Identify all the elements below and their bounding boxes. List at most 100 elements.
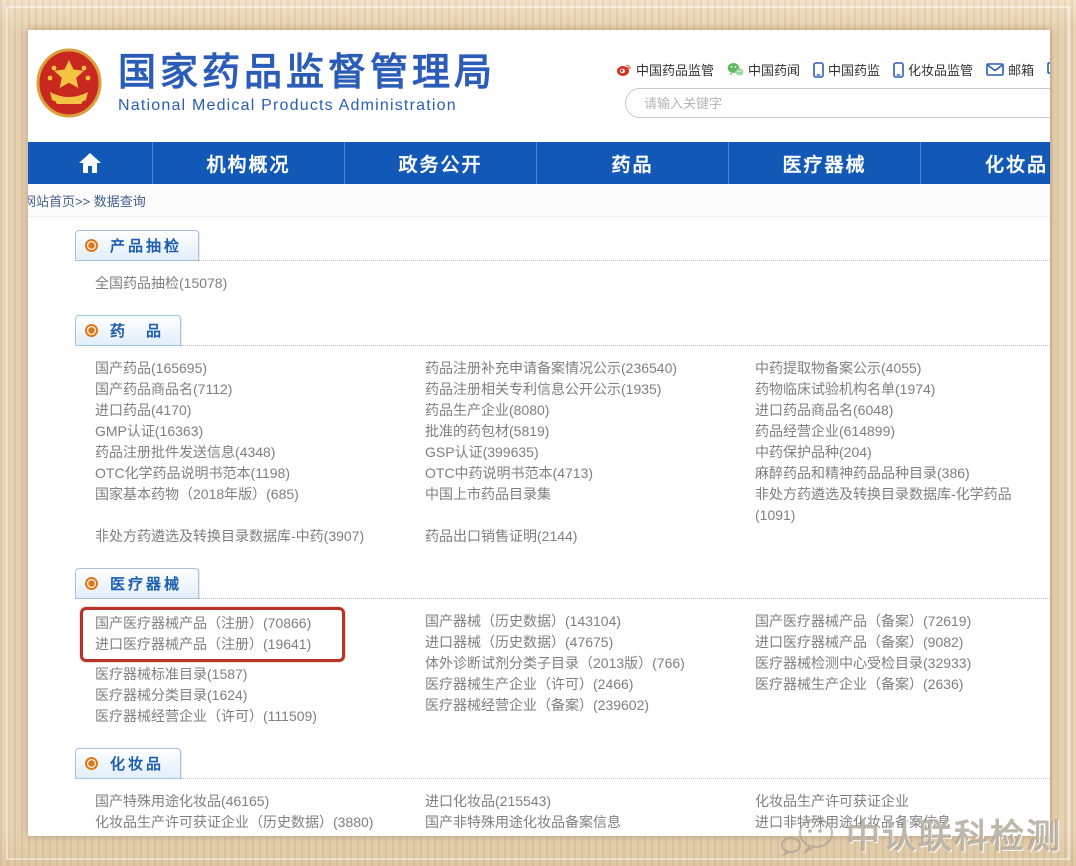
data-link[interactable]: 药物临床试验机构名单(1974)	[755, 381, 935, 397]
section-bullet-icon	[85, 577, 98, 590]
table-row: 药品注册相关专利信息公开公示(1935)	[425, 379, 755, 400]
data-link[interactable]: 化妆品生产许可获证企业	[755, 793, 909, 809]
data-link[interactable]: GMP认证(16363)	[95, 423, 203, 439]
data-link[interactable]: 药品注册批件发送信息(4348)	[95, 444, 275, 460]
data-link[interactable]: 药品出口销售证明(2144)	[425, 528, 577, 544]
photo-frame: 国家药品监督管理局 National Medical Products Admi…	[0, 0, 1076, 866]
data-link[interactable]: 进口药品(4170)	[95, 402, 191, 418]
data-link[interactable]: 中国上市药品目录集	[425, 486, 551, 502]
highlight-box: 国产医疗器械产品（注册）(70866) 进口医疗器械产品（注册）(19641)	[80, 607, 345, 662]
section-tab: 产品抽检	[75, 230, 199, 261]
search-input[interactable]	[625, 88, 1050, 118]
data-link[interactable]: 非处方药遴选及转换目录数据库-中药(3907)	[95, 528, 364, 544]
data-link[interactable]: 进口药品商品名(6048)	[755, 402, 893, 418]
data-link[interactable]: 非处方药遴选及转换目录数据库-化学药品 (1091)	[755, 486, 1012, 523]
data-link[interactable]: 进口医疗器械产品（备案）(9082)	[755, 634, 963, 650]
section-tab: 化妆品	[75, 748, 181, 779]
data-link[interactable]: 医疗器械生产企业（许可）(2466)	[425, 676, 633, 692]
quick-link-中国药监[interactable]: 中国药监	[813, 60, 880, 79]
data-link[interactable]: 药品经营企业(614899)	[755, 423, 895, 439]
main-nav: 机构概况政务公开药品医疗器械化妆品	[28, 142, 1050, 184]
section-column-2: 中药提取物备案公示(4055) 药物临床试验机构名单(1974) 进口药品商品名(6…	[755, 358, 1050, 547]
table-row: OTC化学药品说明书范本(1198)	[95, 463, 425, 484]
table-row: 化妆品生产许可获证企业	[755, 791, 1050, 812]
table-row: 全国药品抽检(15078)	[95, 273, 425, 294]
site-title: 国家药品监督管理局	[118, 51, 496, 95]
section-title: 化妆品	[110, 753, 164, 774]
quick-links: 中国药品监管中国药闻中国药监化妆品监管邮箱政	[616, 60, 1050, 79]
data-link[interactable]: GSP认证(399635)	[425, 444, 539, 460]
mobile-icon	[893, 62, 904, 78]
data-link[interactable]: 化妆品注册和备案检验检测机构(204)	[95, 835, 324, 836]
table-row: 体外诊断试剂分类子目录（2013版）(766)	[425, 653, 755, 674]
section-bullet-icon	[85, 239, 98, 252]
nav-home[interactable]	[28, 142, 153, 184]
data-link[interactable]: 药品注册补充申请备案情况公示(236540)	[425, 360, 677, 376]
quick-link-政[interactable]: 政	[1047, 60, 1050, 79]
data-link[interactable]: 医疗器械检测中心受检目录(32933)	[755, 655, 971, 671]
data-link[interactable]: 国产医疗器械产品（备案）(72619)	[755, 613, 971, 629]
quick-link-中国药品监管[interactable]: 中国药品监管	[616, 60, 714, 79]
data-link[interactable]: 医疗器械分类目录(1624)	[95, 687, 247, 703]
quick-link-中国药闻[interactable]: 中国药闻	[727, 60, 800, 79]
site-subtitle: National Medical Products Administration	[118, 97, 496, 115]
quick-link-邮箱[interactable]: 邮箱	[986, 60, 1034, 79]
section-column-2: 化妆品生产许可获证企业进口非特殊用途化妆品备案信息	[755, 791, 1050, 836]
data-link[interactable]: 进口非特殊用途化妆品备案信息	[755, 814, 951, 830]
data-link[interactable]: 药品注册相关专利信息公开公示(1935)	[425, 381, 661, 397]
breadcrumb: 网站首页>> 数据查询	[28, 184, 1050, 217]
home-icon	[78, 152, 102, 174]
section-column-1	[425, 273, 755, 294]
data-link[interactable]: 国产药品(165695)	[95, 360, 207, 376]
section-tab-row: 药 品	[75, 314, 1050, 346]
section-body: 国产医疗器械产品（注册）(70866) 进口医疗器械产品（注册）(19641) 医疗…	[75, 599, 1050, 733]
data-link[interactable]: 国产非特殊用途化妆品备案信息	[425, 814, 621, 830]
table-row: 进口医疗器械产品（备案）(9082)	[755, 632, 1050, 653]
data-link[interactable]: 中药提取物备案公示(4055)	[755, 360, 921, 376]
data-link[interactable]: 国产器械（历史数据）(143104)	[425, 613, 621, 629]
data-link[interactable]: 批准的药包材(5819)	[425, 423, 549, 439]
section-3: 化妆品国产特殊用途化妆品(46165) 化妆品生产许可获证企业（历史数据）(388…	[75, 747, 1050, 836]
data-link[interactable]: 化妆品生产许可获证企业（历史数据）(3880)	[95, 814, 373, 830]
data-link[interactable]: 药品生产企业(8080)	[425, 402, 549, 418]
table-row: 非处方药遴选及转换目录数据库-中药(3907)	[95, 526, 425, 547]
data-link[interactable]: 体外诊断试剂分类子目录（2013版）(766)	[425, 655, 685, 671]
data-link[interactable]: 医疗器械经营企业（备案）(239602)	[425, 697, 649, 713]
table-row: 药品经营企业(614899)	[755, 421, 1050, 442]
data-link[interactable]: 国家基本药物（2018年版）(685)	[95, 486, 299, 502]
data-link[interactable]: 国产医疗器械产品（注册）(70866)	[95, 615, 311, 631]
nav-item-化妆品[interactable]: 化妆品	[921, 142, 1050, 184]
data-link[interactable]: 进口器械（历史数据）(47675)	[425, 634, 613, 650]
table-row: 国产医疗器械产品（备案）(72619)	[755, 611, 1050, 632]
section-tab: 医疗器械	[75, 568, 199, 599]
table-row: 医疗器械经营企业（备案）(239602)	[425, 695, 755, 716]
data-link[interactable]: 进口医疗器械产品（注册）(19641)	[95, 636, 311, 652]
data-link[interactable]: 医疗器械生产企业（备案）(2636)	[755, 676, 963, 692]
nav-item-政务公开[interactable]: 政务公开	[345, 142, 537, 184]
data-link[interactable]: OTC化学药品说明书范本(1198)	[95, 465, 290, 481]
nav-item-药品[interactable]: 药品	[537, 142, 729, 184]
table-row: 进口医疗器械产品（注册）(19641)	[95, 634, 342, 655]
weibo-icon	[616, 62, 632, 77]
data-link[interactable]: 医疗器械标准目录(1587)	[95, 666, 247, 682]
table-row: 中药提取物备案公示(4055)	[755, 358, 1050, 379]
quick-link-化妆品监管[interactable]: 化妆品监管	[893, 60, 973, 79]
data-link[interactable]: 国产药品商品名(7112)	[95, 381, 232, 397]
data-link[interactable]: 医疗器械经营企业（许可）(111509)	[95, 708, 317, 724]
table-row: OTC中药说明书范本(4713)	[425, 463, 755, 484]
data-link[interactable]: OTC中药说明书范本(4713)	[425, 465, 593, 481]
data-link[interactable]: 国产特殊用途化妆品(46165)	[95, 793, 269, 809]
table-row: 药品生产企业(8080)	[425, 400, 755, 421]
row-spacer	[95, 505, 425, 526]
browser-page: 国家药品监督管理局 National Medical Products Admi…	[28, 30, 1050, 836]
table-row: 批准的药包材(5819)	[425, 421, 755, 442]
data-link[interactable]: 全国药品抽检(15078)	[95, 275, 227, 291]
section-body: 国产药品(165695) 国产药品商品名(7112) 进口药品(4170) GMP认证…	[75, 346, 1050, 553]
data-link[interactable]: 麻醉药品和精神药品品种目录(386)	[755, 465, 970, 481]
data-link[interactable]: 中药保护品种(204)	[755, 444, 872, 460]
table-row: 医疗器械生产企业（许可）(2466)	[425, 674, 755, 695]
data-link[interactable]: 进口化妆品(215543)	[425, 793, 551, 809]
mail-icon	[986, 63, 1004, 76]
nav-item-机构概况[interactable]: 机构概况	[153, 142, 345, 184]
nav-item-医疗器械[interactable]: 医疗器械	[729, 142, 921, 184]
